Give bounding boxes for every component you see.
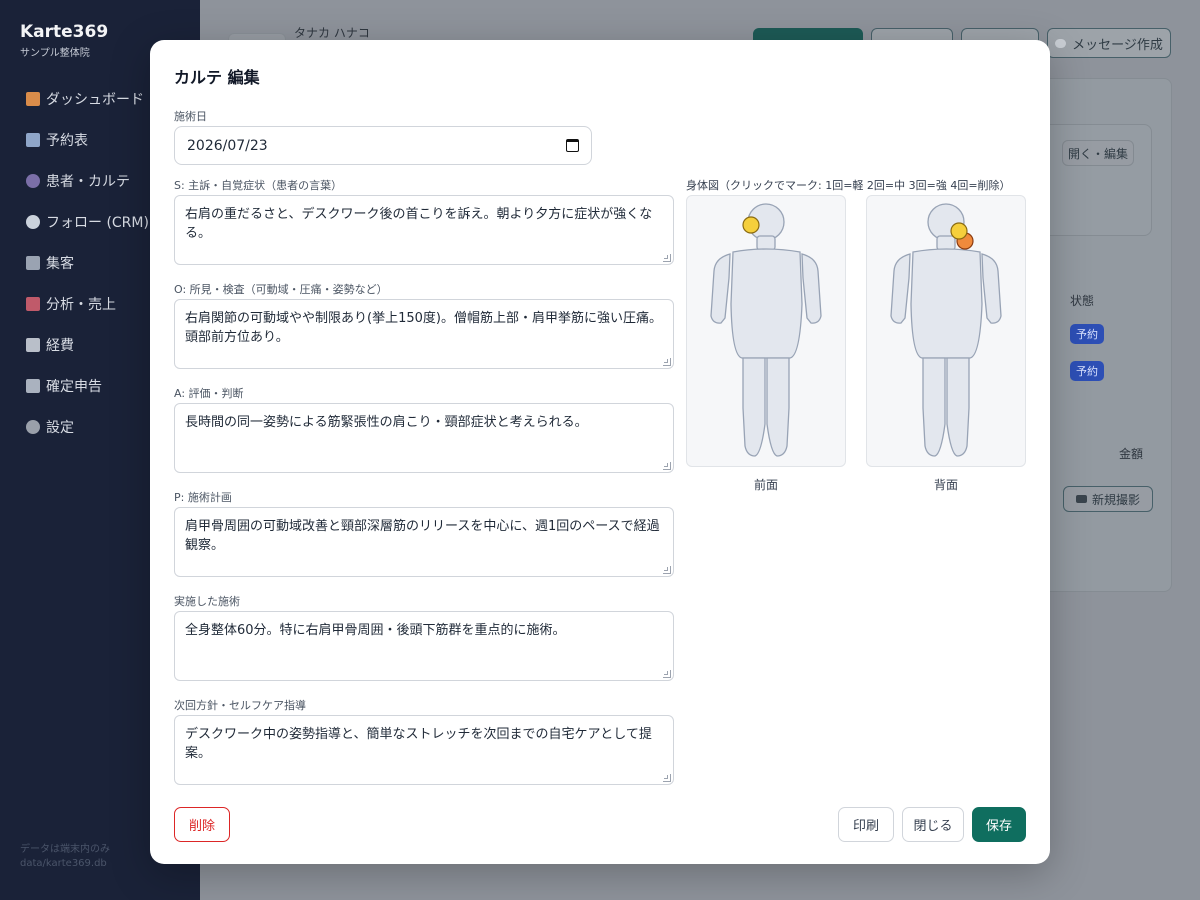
delete-button[interactable]: 削除: [174, 807, 230, 842]
resize-handle[interactable]: [663, 462, 671, 470]
open-edit-button[interactable]: 開く・編集: [1062, 140, 1134, 166]
document-icon: [26, 378, 40, 393]
sidebar-item-label: 経費: [46, 337, 74, 354]
resize-handle[interactable]: [663, 358, 671, 366]
chat-icon: [26, 214, 40, 229]
storage-note-line2: data/karte369.db: [20, 858, 107, 869]
assessment-text: 長時間の同一姿勢による筋緊張性の肩こり・頸部症状と考えられる。: [185, 415, 588, 430]
date-label: 施術日: [174, 110, 207, 123]
plan-text: 肩甲骨周囲の可動域改善と頸部深層筋のリリースを中心に、週1回のペースで経過観察。: [185, 519, 660, 553]
sidebar-item-label: 集客: [46, 255, 74, 272]
gear-icon: [26, 419, 40, 434]
sidebar-item-label: 分析・売上: [46, 296, 116, 313]
body-back-figure[interactable]: [867, 196, 1027, 468]
message-button[interactable]: メッセージ作成: [1047, 28, 1171, 58]
treatment-textarea[interactable]: 全身整体60分。特に右肩甲骨周囲・後頭下筋群を重点的に施術。: [174, 611, 674, 681]
status-header: 状態: [1070, 294, 1095, 308]
treatment-date-input[interactable]: 2026/07/23: [174, 126, 592, 165]
amount-header: 金額: [1119, 447, 1144, 461]
save-button[interactable]: 保存: [972, 807, 1026, 842]
print-button[interactable]: 印刷: [838, 807, 894, 842]
close-button[interactable]: 閉じる: [902, 807, 964, 842]
plan-textarea[interactable]: 肩甲骨周囲の可動域改善と頸部深層筋のリリースを中心に、週1回のペースで経過観察。: [174, 507, 674, 577]
calendar-icon: [26, 132, 40, 147]
body-front-chart[interactable]: [686, 195, 846, 467]
assessment-textarea[interactable]: 長時間の同一姿勢による筋緊張性の肩こり・頸部症状と考えられる。: [174, 403, 674, 473]
receipt-icon: [26, 337, 40, 352]
objective-text: 右肩関節の可動域やや制限あり(挙上150度)。僧帽筋上部・肩甲挙筋に強い圧痛。頭…: [185, 311, 662, 345]
storage-note: データは端末内のみ data/karte369.db: [20, 843, 110, 871]
resize-handle[interactable]: [663, 566, 671, 574]
next-plan-label: 次回方針・セルフケア指導: [174, 699, 306, 712]
resize-handle[interactable]: [663, 254, 671, 262]
calendar-icon[interactable]: [566, 139, 579, 152]
subjective-text: 右肩の重だるさと、デスクワーク後の首こりを訴え。朝より夕方に症状が強くなる。: [185, 207, 653, 241]
storage-note-line1: データは端末内のみ: [20, 844, 110, 855]
sidebar-item-label: ダッシュボード: [46, 91, 144, 108]
sidebar-item-label: 設定: [46, 419, 74, 436]
new-photo-label: 新規撮影: [1091, 492, 1140, 507]
back-caption: 背面: [933, 478, 958, 492]
app-name: Karte369: [20, 22, 109, 42]
clinic-name: サンプル整体院: [20, 48, 90, 59]
patient-name: タナカ ハナコ: [294, 26, 370, 40]
front-caption: 前面: [753, 478, 778, 492]
subjective-textarea[interactable]: 右肩の重だるさと、デスクワーク後の首こりを訴え。朝より夕方に症状が強くなる。: [174, 195, 674, 265]
chat-icon: [1055, 38, 1067, 48]
body-front-figure[interactable]: [687, 196, 847, 468]
treatment-label: 実施した施術: [174, 595, 240, 608]
message-button-label: メッセージ作成: [1072, 37, 1163, 53]
subjective-label: S: 主訴・自覚症状（患者の言葉）: [174, 179, 343, 192]
plan-label: P: 施術計画: [174, 491, 232, 504]
new-photo-button[interactable]: 新規撮影: [1063, 486, 1153, 512]
next-plan-textarea[interactable]: デスクワーク中の姿勢指導と、簡単なストレッチを次回までの自宅ケアとして提案。: [174, 715, 674, 785]
pain-marker-light[interactable]: [950, 222, 968, 240]
objective-textarea[interactable]: 右肩関節の可動域やや制限あり(挙上150度)。僧帽筋上部・肩甲挙筋に強い圧痛。頭…: [174, 299, 674, 369]
objective-label: O: 所見・検査（可動域・圧痛・姿勢など）: [174, 283, 388, 296]
sidebar-item-label: 予約表: [46, 132, 88, 149]
resize-handle[interactable]: [663, 774, 671, 782]
sidebar-item-label: 確定申告: [46, 378, 102, 395]
treatment-text: 全身整体60分。特に右肩甲骨周囲・後頭下筋群を重点的に施術。: [185, 623, 566, 638]
status-badge: 予約: [1070, 324, 1104, 344]
sidebar-item-label: 患者・カルテ: [46, 173, 130, 190]
body-back-chart[interactable]: [866, 195, 1026, 467]
resize-handle[interactable]: [663, 670, 671, 678]
assessment-label: A: 評価・判断: [174, 387, 244, 400]
sidebar-item-label: フォロー (CRM): [46, 214, 149, 231]
date-value: 2026/07/23: [187, 137, 268, 154]
camera-icon: [1075, 495, 1087, 503]
next-plan-text: デスクワーク中の姿勢指導と、簡単なストレッチを次回までの自宅ケアとして提案。: [185, 727, 652, 761]
open-edit-label: 開く・編集: [1067, 146, 1128, 161]
people-icon: [26, 173, 40, 188]
body-chart-label: 身体図（クリックでマーク: 1回=軽 2回=中 3回=強 4回=削除）: [686, 179, 1011, 192]
record-edit-modal: カルテ 編集 施術日 2026/07/23 S: 主訴・自覚症状（患者の言葉） …: [150, 40, 1050, 864]
pain-marker-light[interactable]: [742, 216, 760, 234]
modal-title: カルテ 編集: [174, 68, 260, 87]
status-badge: 予約: [1070, 361, 1104, 381]
bar-chart-icon: [26, 296, 40, 311]
trend-icon: [26, 255, 40, 270]
house-icon: [26, 91, 40, 106]
